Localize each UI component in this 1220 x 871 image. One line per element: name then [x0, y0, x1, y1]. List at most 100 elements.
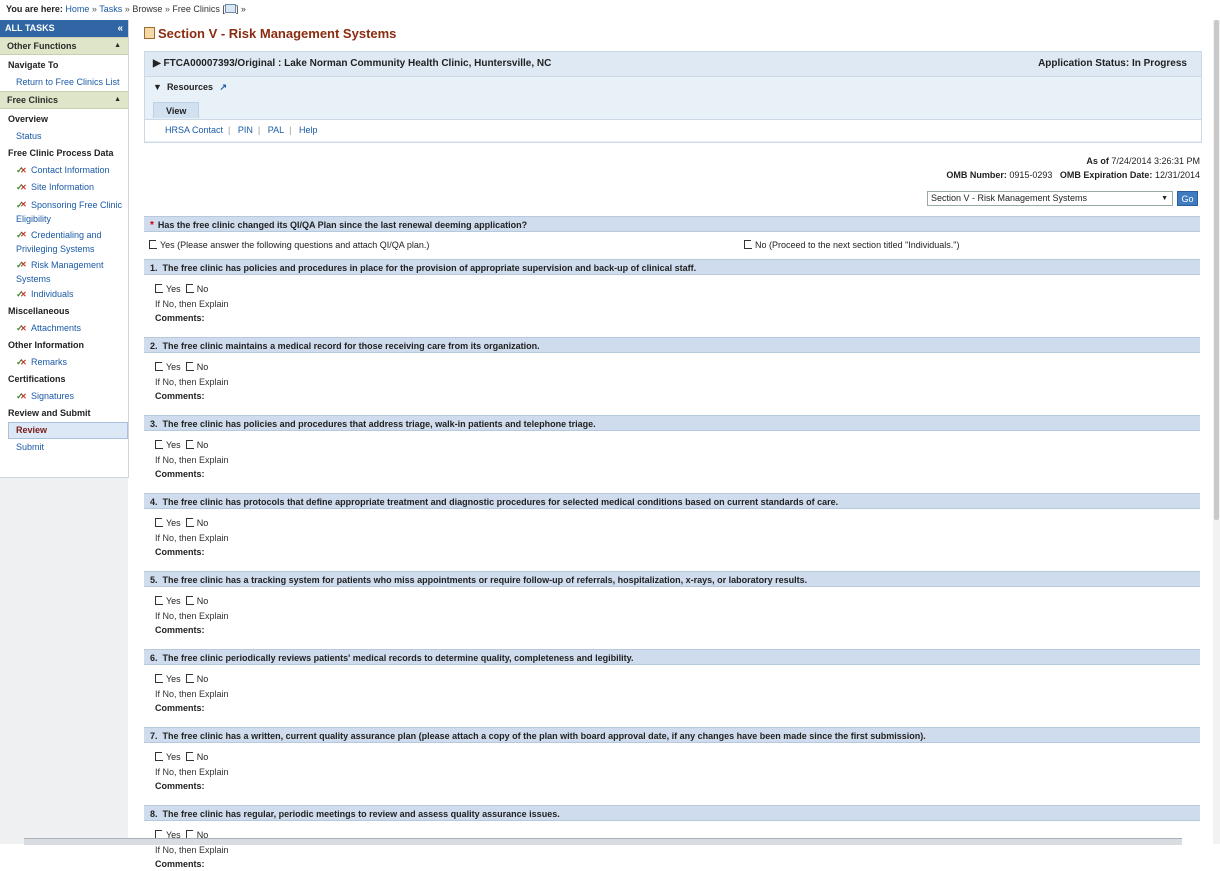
question-answer: Yes No If No, then Explain Comments:: [155, 828, 555, 871]
breadcrumb-tasks[interactable]: Tasks: [99, 4, 122, 14]
check-x-icon: ✓ ✕: [16, 230, 27, 240]
no-checkbox[interactable]: [185, 284, 194, 293]
comments-label: Comments:: [155, 781, 205, 791]
sidebar-item-signatures[interactable]: ✓ ✕ Signatures: [0, 388, 128, 405]
yes-no-row: Yes No: [155, 672, 555, 687]
omb-exp-label: OMB Expiration Date:: [1059, 170, 1153, 180]
all-tasks-title: ALL TASKS: [5, 23, 55, 33]
check-x-icon: ✓ ✕: [16, 289, 27, 299]
yes-no-row: Yes No: [155, 360, 555, 375]
sidebar-item-credentialing[interactable]: ✓ ✕ Credentialing and Privileging Systems: [0, 226, 128, 256]
no-checkbox[interactable]: [185, 362, 194, 371]
top-yes-option[interactable]: Yes (Please answer the following questio…: [149, 240, 429, 250]
link-divider: |: [257, 125, 261, 135]
yes-checkbox[interactable]: [155, 596, 163, 605]
yes-checkbox[interactable]: [155, 518, 163, 527]
external-link-icon[interactable]: ↗: [219, 82, 227, 92]
yes-checkbox[interactable]: [155, 752, 163, 761]
sidebar-item-risk[interactable]: ✓ ✕ Risk Management Systems: [0, 256, 128, 286]
collapse-up-icon[interactable]: ▲: [114, 38, 121, 54]
as-of-value: 7/24/2014 3:26:31 PM: [1111, 156, 1200, 166]
sidebar-item-submit[interactable]: Submit: [0, 439, 128, 456]
explain-label: If No, then Explain: [155, 455, 229, 465]
yes-checkbox[interactable]: [155, 674, 163, 683]
breadcrumb-sep: »: [164, 4, 170, 14]
return-to-list-link[interactable]: Return to Free Clinics List: [0, 74, 128, 91]
question-bar: 1. The free clinic has policies and proc…: [144, 259, 1200, 275]
tab-view[interactable]: View: [153, 102, 199, 118]
yes-checkbox[interactable]: [155, 284, 163, 293]
no-label: No: [196, 518, 209, 528]
vertical-scrollbar[interactable]: [1213, 20, 1220, 844]
help-link[interactable]: Help: [299, 125, 318, 135]
top-no-option[interactable]: No (Proceed to the next section titled "…: [744, 240, 960, 250]
collapse-sidebar-icon[interactable]: «: [117, 20, 123, 37]
yes-no-row: Yes No: [155, 438, 555, 453]
yes-no-row: Yes No: [155, 516, 555, 531]
collapse-up-icon[interactable]: ▲: [114, 92, 121, 108]
question-text: The free clinic has regular, periodic me…: [162, 809, 560, 819]
no-checkbox[interactable]: [185, 596, 194, 605]
breadcrumb-sep: »: [124, 4, 130, 14]
yes-checkbox[interactable]: [155, 440, 163, 449]
question-text: The free clinic has policies and procedu…: [162, 263, 697, 273]
no-checkbox[interactable]: [185, 752, 194, 761]
sidebar-item-label: Risk Management: [31, 260, 104, 270]
sidebar-item-remarks[interactable]: ✓ ✕ Remarks: [0, 354, 128, 371]
sidebar-item-status[interactable]: Status: [0, 128, 128, 145]
sidebar-item-attachments[interactable]: ✓ ✕ Attachments: [0, 320, 128, 337]
top-question-text: Has the free clinic changed its QI/QA Pl…: [157, 220, 528, 230]
sidebar-item-label: Site Information: [31, 182, 95, 192]
pin-link[interactable]: PIN: [238, 125, 253, 135]
yes-label: Yes: [166, 518, 181, 528]
no-checkbox[interactable]: [185, 674, 194, 683]
sidebar-item-label: Attachments: [31, 323, 82, 333]
question-bar: 5. The free clinic has a tracking system…: [144, 571, 1200, 587]
no-label: No: [196, 362, 209, 372]
pal-link[interactable]: PAL: [268, 125, 284, 135]
question-answer: Yes No If No, then Explain Comments:: [155, 672, 555, 715]
breadcrumb-home[interactable]: Home: [65, 4, 89, 14]
no-checkbox[interactable]: [185, 440, 194, 449]
comments-label: Comments:: [155, 313, 205, 323]
resources-toggle[interactable]: ▼ Resources ↗: [153, 82, 227, 93]
sidebar-item-label: Individuals: [31, 289, 74, 299]
certifications-heading: Certifications: [8, 374, 66, 384]
free-clinics-group[interactable]: Free Clinics ▲: [0, 91, 128, 109]
question-number: 4.: [150, 497, 158, 507]
calendar-icon[interactable]: [224, 4, 236, 13]
sidebar-item-sponsoring[interactable]: ✓ ✕ Sponsoring Free Clinic Eligibility: [0, 196, 128, 226]
breadcrumb: You are here: Home » Tasks » Browse » Fr…: [6, 4, 246, 14]
yes-label: Yes: [166, 440, 181, 450]
application-bar[interactable]: ▶ FTCA00007393/Original : Lake Norman Co…: [145, 52, 1201, 77]
hrsa-contact-link[interactable]: HRSA Contact: [165, 125, 223, 135]
required-icon: *: [150, 220, 154, 231]
yes-checkbox[interactable]: [155, 362, 163, 371]
page-title-text: Section V - Risk Management Systems: [158, 26, 397, 41]
all-tasks-header: ALL TASKS «: [0, 20, 128, 37]
chevron-down-icon: ▼: [1161, 195, 1168, 202]
review-submit-heading: Review and Submit: [8, 408, 91, 418]
scrollbar-thumb[interactable]: [1214, 20, 1219, 520]
check-x-icon: ✓ ✕: [16, 323, 27, 333]
explain-label: If No, then Explain: [155, 299, 229, 309]
yes-label: Yes: [166, 674, 181, 684]
expand-arrow-icon[interactable]: ▶: [153, 58, 161, 69]
go-button[interactable]: Go: [1177, 191, 1198, 206]
no-checkbox[interactable]: [744, 240, 752, 249]
explain-label: If No, then Explain: [155, 689, 229, 699]
no-checkbox[interactable]: [185, 518, 194, 527]
collapse-arrow-icon[interactable]: ▼: [153, 82, 162, 92]
yes-checkbox[interactable]: [149, 240, 157, 249]
sidebar-item-contact[interactable]: ✓ ✕ Contact Information: [0, 162, 128, 179]
resource-links: HRSA Contact | PIN | PAL | Help: [145, 119, 1201, 141]
explain-label: If No, then Explain: [155, 533, 229, 543]
section-select[interactable]: Section V - Risk Management Systems ▼: [927, 191, 1173, 206]
free-clinics-label: Free Clinics: [7, 95, 59, 105]
sidebar-item-site[interactable]: ✓ ✕ Site Information: [0, 179, 128, 196]
sidebar-item-review[interactable]: Review: [8, 422, 128, 439]
other-functions-group[interactable]: Other Functions ▲: [0, 37, 128, 55]
question-number: 2.: [150, 341, 158, 351]
yes-no-row: Yes No: [155, 282, 555, 297]
sidebar-item-individuals[interactable]: ✓ ✕ Individuals: [0, 286, 128, 303]
